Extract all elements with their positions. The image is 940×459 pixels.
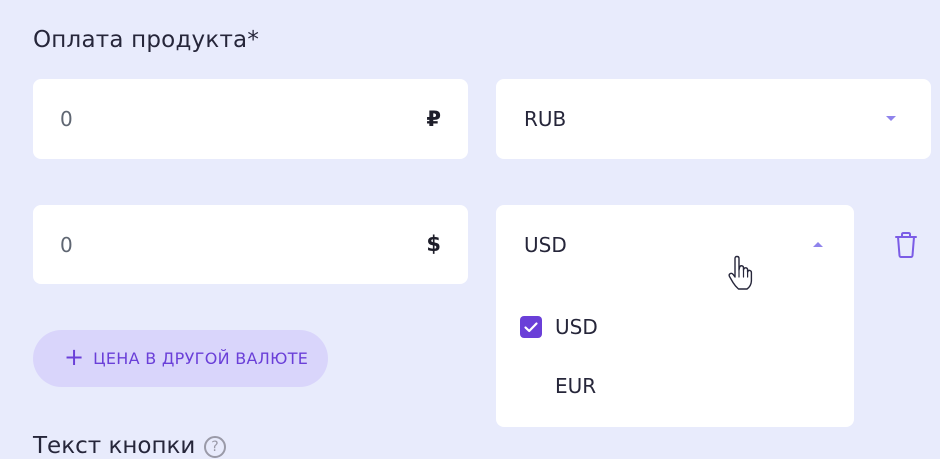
help-icon[interactable]: ? [204,436,226,458]
checkbox-checked[interactable] [520,316,542,338]
currency-select-value: USD [524,233,567,257]
currency-select-value: RUB [524,107,567,131]
chevron-up-icon [813,242,823,247]
add-price-currency-button[interactable]: + ЦЕНА В ДРУГОЙ ВАЛЮТЕ [33,330,328,387]
dropdown-option-label: USD [555,315,598,339]
ruble-sign: ₽ [426,107,441,131]
price-amount-input-rub[interactable] [60,79,380,159]
currency-select-rub[interactable]: RUB [496,79,931,159]
price-amount-input-usd[interactable] [60,205,380,284]
dropdown-option-usd[interactable]: USD [520,309,830,349]
section-title: Оплата продукта* [33,27,260,53]
currency-select-usd[interactable]: USD USD EUR [496,205,854,427]
add-price-currency-label: ЦЕНА В ДРУГОЙ ВАЛЮТЕ [93,349,309,368]
trash-icon[interactable] [892,230,920,260]
plus-icon: + [64,343,85,371]
hand-cursor-icon [726,255,756,293]
dollar-sign: $ [426,232,441,256]
dropdown-option-eur[interactable]: EUR [520,368,830,408]
price-amount-field-usd[interactable]: $ [33,205,468,284]
price-amount-field-rub[interactable]: ₽ [33,79,468,159]
chevron-down-icon [886,116,896,121]
dropdown-option-label: EUR [555,374,597,398]
check-icon [524,322,538,333]
button-text-label: Текст кнопки [33,433,196,459]
